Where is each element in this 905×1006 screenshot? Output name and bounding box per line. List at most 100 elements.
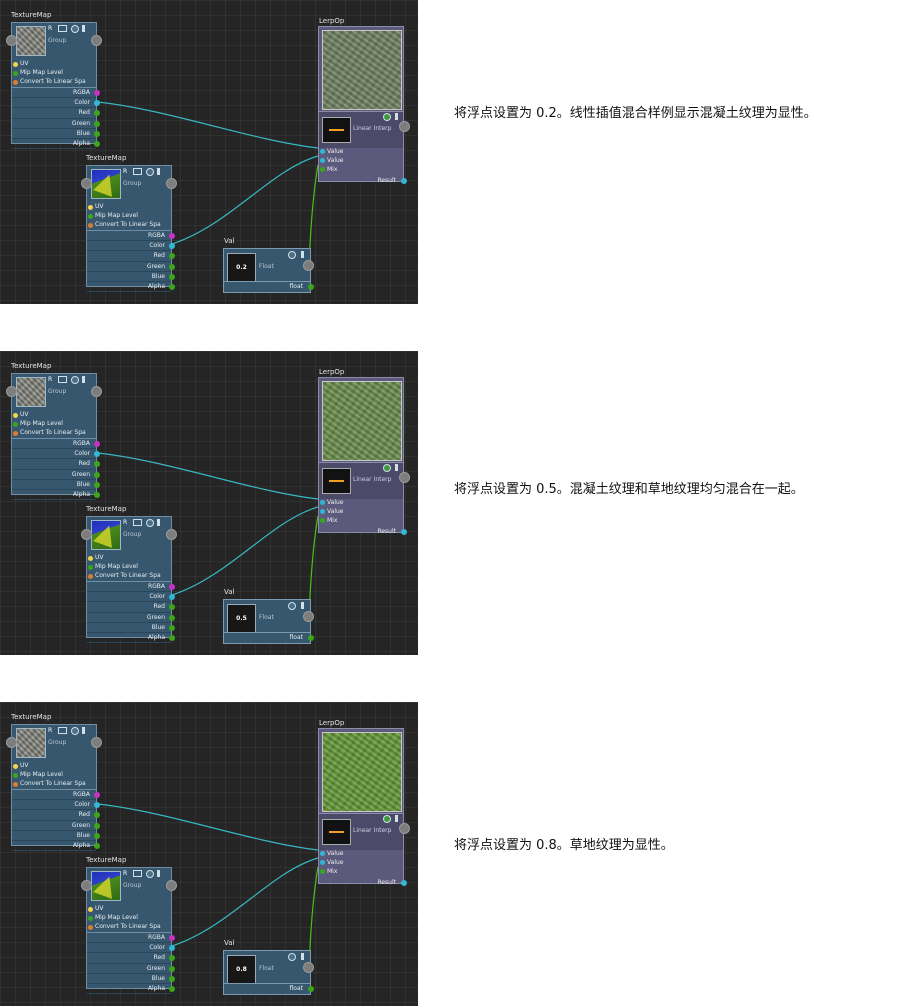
texture-map-node[interactable]: R Group UV Mip Map Level Convert To Linear S… [11,22,100,150]
float-value-node[interactable]: 0.8 Float float [223,950,314,995]
port-dot[interactable] [320,869,325,874]
node-left-handle[interactable] [81,178,92,189]
globe-icon[interactable] [71,25,79,33]
lerp-input-port[interactable]: Value [319,498,403,507]
lerp-result-port[interactable]: Result [319,527,407,536]
texture-map-node[interactable]: R Group UV Mip Map Level Convert To Linear S… [11,724,100,852]
node-right-handle[interactable] [303,962,314,973]
output-port[interactable]: Color [87,592,175,603]
output-port[interactable]: Blue [12,129,100,139]
output-port[interactable]: Blue [12,831,100,841]
port-dot[interactable] [88,573,93,579]
lerp-input-port[interactable]: Value [319,156,403,165]
output-port[interactable]: Color [12,800,100,811]
port-dot[interactable] [13,764,18,769]
output-port[interactable]: Blue [87,272,175,282]
port-dot[interactable] [308,635,314,641]
lock-icon[interactable] [82,25,85,32]
input-port[interactable]: UV [87,554,171,563]
float-value-node[interactable]: 0.2 Float float [223,248,314,293]
port-dot[interactable] [169,985,175,992]
globe-icon[interactable] [383,464,391,472]
globe-icon[interactable] [71,727,79,735]
lerp-input-port[interactable]: Value [319,147,403,156]
input-port[interactable]: Mip Map Level [12,420,96,429]
output-port[interactable]: Red [87,953,175,964]
globe-icon[interactable] [146,519,154,527]
node-right-handle[interactable] [303,611,314,622]
output-port[interactable]: Green [87,262,175,272]
input-port[interactable]: Convert To Linear Spa [12,780,96,789]
port-dot[interactable] [320,851,325,856]
monitor-icon[interactable] [133,870,142,877]
output-port[interactable]: Red [87,251,175,262]
output-port[interactable]: RGBA [87,933,175,944]
float-output-port[interactable]: float [224,632,314,643]
lock-icon[interactable] [82,727,85,734]
port-dot[interactable] [13,413,18,418]
node-right-handle[interactable] [91,386,102,397]
port-dot[interactable] [320,509,325,514]
port-dot[interactable] [94,792,100,798]
node-left-handle[interactable] [81,529,92,540]
input-port[interactable]: UV [87,203,171,212]
globe-icon[interactable] [146,168,154,176]
input-port[interactable]: Convert To Linear Spa [87,572,171,581]
output-port[interactable]: Blue [87,623,175,633]
output-port[interactable]: Red [12,108,100,119]
port-dot[interactable] [94,140,100,147]
lock-icon[interactable] [395,464,398,471]
output-port[interactable]: Red [12,810,100,821]
input-port[interactable]: UV [87,905,171,914]
port-dot[interactable] [169,935,175,941]
input-port[interactable]: Convert To Linear Spa [87,221,171,230]
lock-icon[interactable] [301,602,304,609]
port-dot[interactable] [88,915,93,921]
port-dot[interactable] [94,441,100,447]
input-port[interactable]: Mip Map Level [87,563,171,572]
texture-map-node[interactable]: R Group UV Mip Map Level Convert To Linear S… [86,516,175,644]
input-port[interactable]: Convert To Linear Spa [12,429,96,438]
float-output-port[interactable]: float [224,281,314,292]
node-right-handle[interactable] [91,35,102,46]
float-value-node[interactable]: 0.5 Float float [223,599,314,644]
input-port[interactable]: Mip Map Level [12,771,96,780]
port-dot[interactable] [94,491,100,498]
port-dot[interactable] [88,556,93,561]
lerp-input-port[interactable]: Value [319,849,403,858]
input-port[interactable]: Convert To Linear Spa [12,78,96,87]
globe-icon[interactable] [383,815,391,823]
port-dot[interactable] [88,907,93,912]
port-dot[interactable] [401,529,407,535]
globe-icon[interactable] [288,953,296,961]
globe-icon[interactable] [383,113,391,121]
node-left-handle[interactable] [6,737,17,748]
input-port[interactable]: Mip Map Level [87,914,171,923]
port-dot[interactable] [94,130,100,137]
port-dot[interactable] [169,965,175,972]
lerp-input-port[interactable]: Value [319,858,403,867]
lock-icon[interactable] [301,251,304,258]
output-port[interactable]: Color [87,241,175,252]
float-value[interactable]: 0.5 [227,604,256,633]
port-dot[interactable] [308,986,314,992]
globe-icon[interactable] [288,602,296,610]
lerp-result-port[interactable]: Result [319,176,407,185]
output-port[interactable]: Green [87,613,175,623]
port-dot[interactable] [308,284,314,290]
globe-icon[interactable] [146,870,154,878]
float-value[interactable]: 0.2 [227,253,256,282]
output-port[interactable]: RGBA [12,790,100,801]
node-right-handle[interactable] [399,121,410,132]
lock-icon[interactable] [82,376,85,383]
port-dot[interactable] [320,158,325,163]
lock-icon[interactable] [157,168,160,175]
input-port[interactable]: Convert To Linear Spa [87,923,171,932]
output-port[interactable]: Alpha [12,490,100,501]
port-dot[interactable] [13,430,18,436]
output-port[interactable]: Alpha [12,841,100,852]
port-dot[interactable] [94,481,100,488]
output-port[interactable]: RGBA [12,439,100,450]
port-dot[interactable] [169,283,175,290]
output-port[interactable]: Blue [87,974,175,984]
